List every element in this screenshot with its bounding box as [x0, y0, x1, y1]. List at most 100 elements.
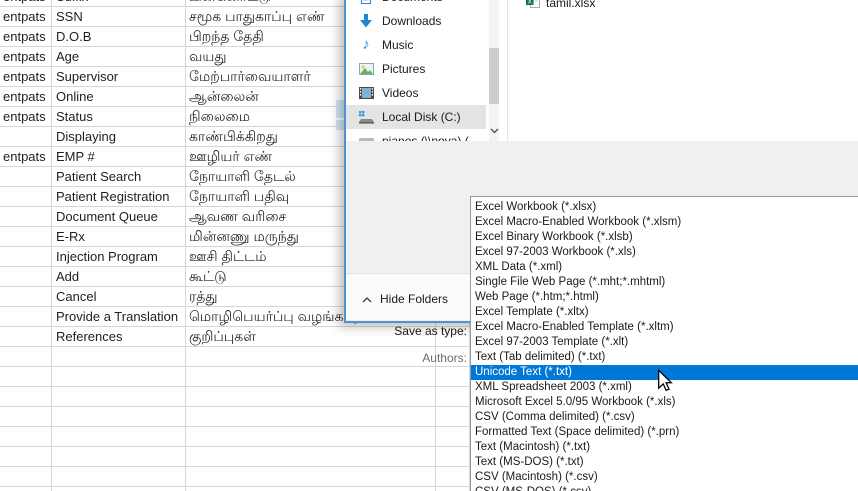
filetype-option[interactable]: Excel Workbook (*.xlsx): [471, 200, 858, 215]
sheet-cell[interactable]: Suffix: [52, 0, 186, 6]
sheet-cell[interactable]: [436, 407, 470, 426]
sheet-cell[interactable]: entpats: [0, 147, 52, 166]
sheet-cell[interactable]: Provide a Translation: [52, 307, 186, 326]
sidebar-item-music[interactable]: ♪Music: [346, 33, 486, 57]
sidebar-item-label: Pictures: [382, 62, 425, 76]
sheet-cell[interactable]: Supervisor: [52, 67, 186, 86]
sheet-cell[interactable]: [0, 287, 52, 306]
filetype-option[interactable]: Formatted Text (Space delimited) (*.prn): [471, 425, 858, 440]
sheet-cell[interactable]: [52, 367, 186, 386]
sheet-cell[interactable]: [52, 447, 186, 466]
sheet-cell[interactable]: References: [52, 327, 186, 346]
sidebar-item-downloads[interactable]: Downloads: [346, 9, 486, 33]
sheet-cell[interactable]: [0, 227, 52, 246]
sheet-cell[interactable]: [0, 167, 52, 186]
sheet-cell[interactable]: [436, 387, 470, 406]
sheet-cell[interactable]: Document Queue: [52, 207, 186, 226]
sidebar-item-pictures[interactable]: Pictures: [346, 57, 486, 81]
sheet-cell[interactable]: entpats: [0, 47, 52, 66]
sheet-cell[interactable]: Patient Registration: [52, 187, 186, 206]
sheet-cell[interactable]: [52, 407, 186, 426]
sidebar-item-documents[interactable]: Documents: [346, 0, 486, 9]
filetype-option[interactable]: CSV (MS-DOS) (*.csv): [471, 485, 858, 491]
sheet-cell[interactable]: [186, 387, 436, 406]
nav-expand-button[interactable]: [486, 122, 502, 138]
sidebar-item-pianos-nova[interactable]: pianos (\\nova) (: [346, 129, 486, 141]
sheet-cell[interactable]: [0, 427, 52, 446]
filetype-option[interactable]: Single File Web Page (*.mht;*.mhtml): [471, 275, 858, 290]
filetype-option[interactable]: Excel Macro-Enabled Workbook (*.xlsm): [471, 215, 858, 230]
sheet-cell[interactable]: D.O.B: [52, 27, 186, 46]
filetype-option[interactable]: Excel Template (*.xltx): [471, 305, 858, 320]
sheet-cell[interactable]: [0, 347, 52, 366]
filetype-option[interactable]: Excel 97-2003 Workbook (*.xls): [471, 245, 858, 260]
sheet-cell[interactable]: [436, 447, 470, 466]
sheet-cell[interactable]: entpats: [0, 107, 52, 126]
sheet-cell[interactable]: [0, 467, 52, 486]
sheet-cell[interactable]: [0, 187, 52, 206]
file-list-item[interactable]: X tamil.xlsx: [526, 0, 595, 12]
filetype-option[interactable]: Text (Tab delimited) (*.txt): [471, 350, 858, 365]
pane-separator: [507, 0, 508, 141]
sheet-cell[interactable]: EMP #: [52, 147, 186, 166]
filetype-option[interactable]: Excel Macro-Enabled Template (*.xltm): [471, 320, 858, 335]
sheet-cell[interactable]: [0, 207, 52, 226]
sheet-cell[interactable]: [0, 267, 52, 286]
filetype-option[interactable]: CSV (Comma delimited) (*.csv): [471, 410, 858, 425]
sheet-cell[interactable]: Age: [52, 47, 186, 66]
sheet-cell[interactable]: [186, 427, 436, 446]
folder-browse-area: DocumentsDownloads♪Music Pictures VideosLo…: [346, 0, 858, 141]
filetype-option[interactable]: XML Data (*.xml): [471, 260, 858, 275]
nav-scrollbar-thumb[interactable]: [489, 48, 499, 104]
filetype-option[interactable]: Web Page (*.htm;*.html): [471, 290, 858, 305]
sheet-cell[interactable]: entpats: [0, 27, 52, 46]
sheet-cell[interactable]: [0, 367, 52, 386]
sheet-cell[interactable]: [52, 387, 186, 406]
hide-folders-button[interactable]: Hide Folders: [362, 290, 448, 308]
sheet-cell[interactable]: [0, 327, 52, 346]
sheet-cell[interactable]: Cancel: [52, 287, 186, 306]
sheet-cell[interactable]: entpats: [0, 87, 52, 106]
sheet-cell[interactable]: entpats: [0, 67, 52, 86]
sheet-cell[interactable]: [186, 487, 436, 491]
sheet-cell[interactable]: [52, 427, 186, 446]
sheet-cell[interactable]: [186, 367, 436, 386]
sheet-cell[interactable]: [0, 487, 52, 491]
filetype-option[interactable]: Text (Macintosh) (*.txt): [471, 440, 858, 455]
sheet-cell[interactable]: [0, 447, 52, 466]
nav-scrollbar[interactable]: [489, 0, 499, 141]
sheet-cell[interactable]: [186, 447, 436, 466]
sheet-cell[interactable]: SSN: [52, 7, 186, 26]
sheet-cell[interactable]: Patient Search: [52, 167, 186, 186]
sheet-cell[interactable]: Online: [52, 87, 186, 106]
sheet-cell[interactable]: [436, 467, 470, 486]
sheet-cell[interactable]: entpats: [0, 0, 52, 6]
sheet-cell[interactable]: [0, 407, 52, 426]
sheet-cell[interactable]: Status: [52, 107, 186, 126]
sheet-cell[interactable]: Displaying: [52, 127, 186, 146]
sheet-cell[interactable]: [0, 307, 52, 326]
sidebar-item-local-disk-c[interactable]: Local Disk (C:): [346, 105, 486, 129]
sheet-cell[interactable]: [0, 247, 52, 266]
sheet-cell[interactable]: E-Rx: [52, 227, 186, 246]
sheet-cell[interactable]: [52, 487, 186, 491]
sidebar-item-videos[interactable]: Videos: [346, 81, 486, 105]
sheet-cell[interactable]: [186, 407, 436, 426]
sheet-cell[interactable]: [436, 367, 470, 386]
filetype-option[interactable]: Excel 97-2003 Template (*.xlt): [471, 335, 858, 350]
filetype-option[interactable]: CSV (Macintosh) (*.csv): [471, 470, 858, 485]
sheet-cell[interactable]: entpats: [0, 7, 52, 26]
sheet-cell[interactable]: [52, 347, 186, 366]
sheet-cell[interactable]: Injection Program: [52, 247, 186, 266]
filetype-option[interactable]: Text (MS-DOS) (*.txt): [471, 455, 858, 470]
sheet-cell[interactable]: [52, 467, 186, 486]
sheet-cell[interactable]: [0, 387, 52, 406]
sheet-row: [0, 487, 470, 491]
sheet-cell[interactable]: Add: [52, 267, 186, 286]
sheet-cell[interactable]: [186, 467, 436, 486]
sheet-cell[interactable]: [436, 427, 470, 446]
sheet-cell[interactable]: [436, 487, 470, 491]
mouse-cursor: [656, 369, 674, 398]
sheet-cell[interactable]: [0, 127, 52, 146]
filetype-option[interactable]: Excel Binary Workbook (*.xlsb): [471, 230, 858, 245]
